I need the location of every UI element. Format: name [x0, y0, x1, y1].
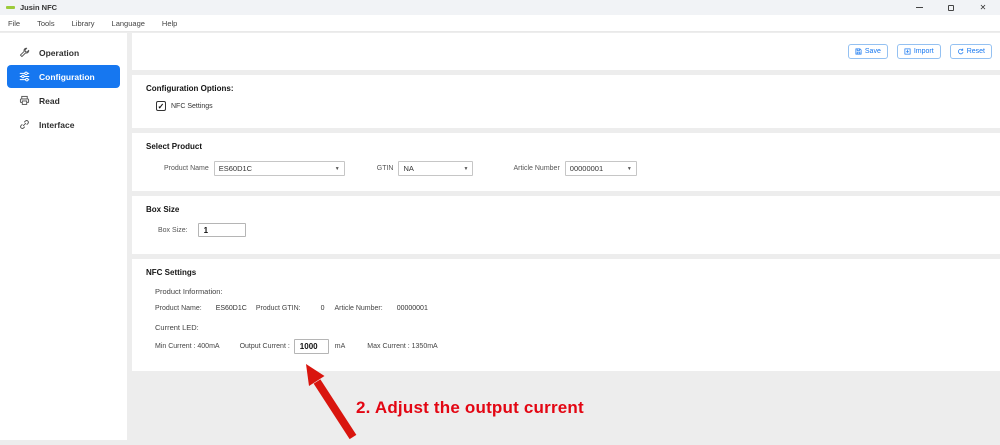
window-title: Jusin NFC	[20, 3, 57, 12]
sidebar-item-configuration[interactable]: Configuration	[7, 65, 120, 88]
nfc-settings-checkbox-label: NFC Settings	[171, 103, 213, 110]
menu-file[interactable]: File	[8, 19, 20, 28]
titlebar: Jusin NFC ✕	[0, 0, 1000, 15]
annotation-text: 2. Adjust the output current	[356, 398, 584, 418]
product-name-select[interactable]: ES60D1C ▼	[214, 161, 345, 176]
sliders-icon	[19, 71, 30, 82]
min-current-label: Min Current : 400mA	[155, 343, 220, 350]
product-name-value: ES60D1C	[216, 305, 247, 312]
wrench-icon	[19, 47, 30, 58]
output-current-unit: mA	[335, 343, 346, 350]
maximize-icon	[948, 5, 954, 11]
link-icon	[19, 119, 30, 130]
max-current-label: Max Current : 1350mA	[367, 343, 437, 350]
select-product-section: Select Product Product Name ES60D1C ▼ GT…	[132, 133, 1000, 191]
article-number-label: Article Number:	[334, 305, 382, 312]
current-led-row: Min Current : 400mA Output Current : mA …	[132, 339, 1000, 354]
sidebar-item-read[interactable]: Read	[7, 89, 120, 112]
gtin-label: GTIN	[377, 165, 394, 172]
section-title: NFC Settings	[132, 259, 1000, 277]
toolbar: Save Import Reset	[132, 33, 1000, 70]
chevron-down-icon: ▼	[627, 166, 632, 172]
close-icon: ✕	[980, 4, 987, 12]
menubar: File Tools Library Language Help	[0, 15, 1000, 32]
nfc-settings-section: NFC Settings Product Information: Produc…	[132, 259, 1000, 371]
save-button[interactable]: Save	[848, 44, 888, 59]
sidebar: Operation Configuration Read Interface	[0, 33, 127, 440]
reset-button[interactable]: Reset	[950, 44, 992, 59]
save-icon	[855, 48, 862, 55]
current-led-heading: Current LED:	[132, 323, 1000, 332]
chevron-down-icon: ▼	[464, 166, 469, 172]
product-name-label: Product Name:	[155, 305, 202, 312]
sidebar-item-operation[interactable]: Operation	[7, 41, 120, 64]
minimize-button[interactable]	[914, 3, 924, 13]
box-size-label: Box Size:	[158, 227, 188, 234]
menu-library[interactable]: Library	[72, 19, 95, 28]
gtin-select[interactable]: NA ▼	[398, 161, 473, 176]
app-logo-icon	[6, 6, 15, 9]
sidebar-item-label: Interface	[39, 120, 74, 130]
output-current-input[interactable]	[294, 339, 329, 354]
box-size-input[interactable]	[198, 223, 246, 237]
maximize-button[interactable]	[946, 3, 956, 13]
reset-icon	[957, 48, 964, 55]
article-number-value: 00000001	[397, 305, 428, 312]
chevron-down-icon: ▼	[335, 166, 340, 172]
product-name-label: Product Name	[164, 165, 209, 172]
configuration-options-section: Configuration Options: ✓ NFC Settings	[132, 75, 1000, 128]
box-size-section: Box Size Box Size:	[132, 196, 1000, 254]
sidebar-item-interface[interactable]: Interface	[7, 113, 120, 136]
import-icon	[904, 48, 911, 55]
minimize-icon	[916, 7, 923, 8]
menu-language[interactable]: Language	[112, 19, 145, 28]
sidebar-item-label: Configuration	[39, 72, 95, 82]
section-title: Configuration Options:	[132, 75, 1000, 93]
product-gtin-value: 0	[321, 305, 325, 312]
nfc-settings-checkbox[interactable]: ✓	[156, 101, 166, 111]
main-content: Save Import Reset Configuration Options:…	[132, 33, 1000, 440]
output-current-label: Output Current :	[240, 343, 290, 350]
article-number-label: Article Number	[513, 165, 559, 172]
section-title: Box Size	[132, 196, 1000, 214]
close-button[interactable]: ✕	[978, 3, 988, 13]
import-button[interactable]: Import	[897, 44, 941, 59]
menu-tools[interactable]: Tools	[37, 19, 55, 28]
section-title: Select Product	[132, 133, 1000, 151]
product-information-heading: Product Information:	[132, 287, 1000, 296]
sidebar-item-label: Read	[39, 96, 60, 106]
menu-help[interactable]: Help	[162, 19, 177, 28]
window-controls: ✕	[914, 3, 994, 13]
article-number-select[interactable]: 00000001 ▼	[565, 161, 637, 176]
product-information-row: Product Name: ES60D1C Product GTIN: 0 Ar…	[132, 305, 1000, 312]
printer-icon	[19, 95, 30, 106]
sidebar-item-label: Operation	[39, 48, 79, 58]
product-gtin-label: Product GTIN:	[256, 305, 301, 312]
